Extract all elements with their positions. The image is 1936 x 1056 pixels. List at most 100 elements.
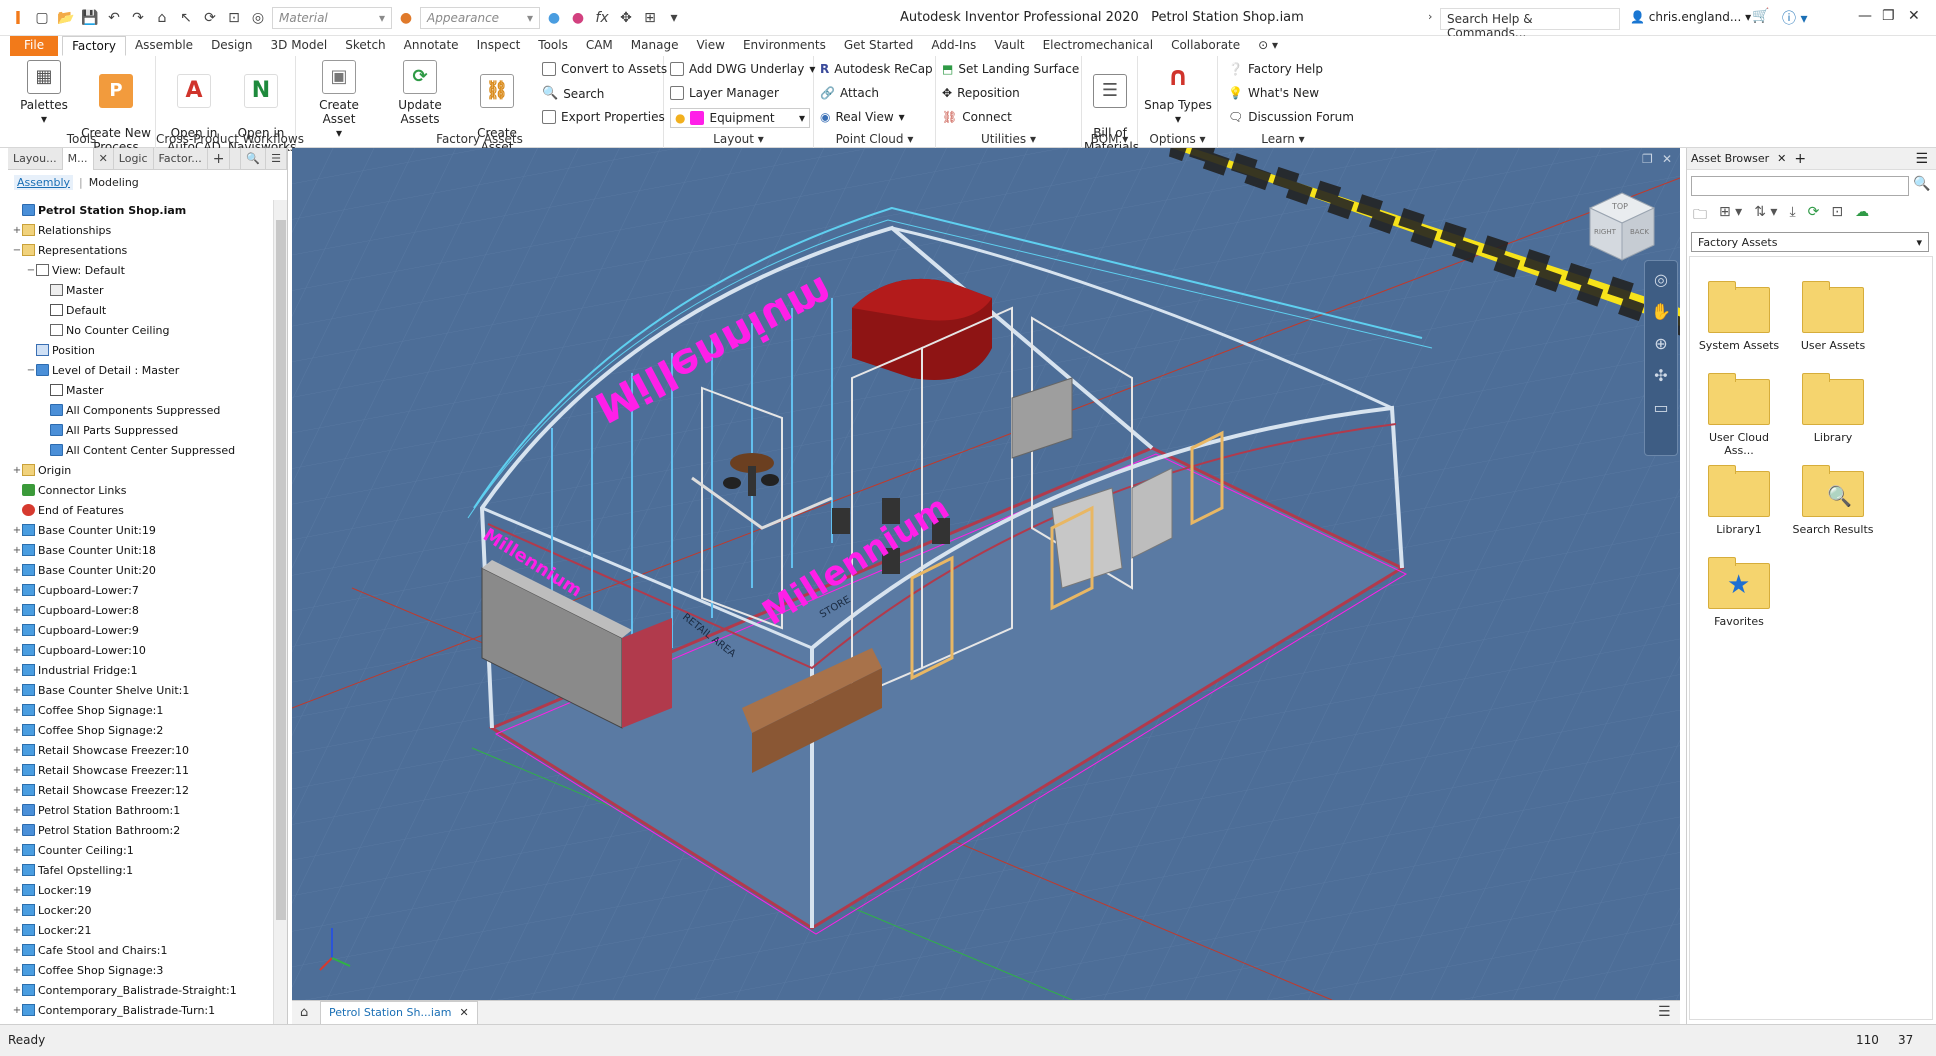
user-account[interactable]: 👤 chris.england... ▾ — [1630, 10, 1751, 24]
tree-row[interactable]: + Base Counter Shelve Unit:1 — [8, 680, 272, 700]
connect-button[interactable]: ⛓ Connect — [942, 110, 1012, 124]
folder-system-assets[interactable]: System Assets — [1694, 281, 1784, 352]
home-icon[interactable]: ⌂ — [152, 8, 172, 28]
collapse-icon[interactable]: − — [26, 265, 36, 276]
folder-search-results[interactable]: 🔍 Search Results — [1788, 465, 1878, 536]
tree-row[interactable]: + Cupboard-Lower:9 — [8, 620, 272, 640]
expand-icon[interactable]: + — [12, 845, 22, 856]
expand-icon[interactable]: + — [12, 725, 22, 736]
factory-help-button[interactable]: ❔ Factory Help — [1228, 62, 1323, 76]
tree-row[interactable]: − Representations — [8, 240, 272, 260]
expand-icon[interactable]: + — [12, 685, 22, 696]
tree-row[interactable]: + Relationships — [8, 220, 272, 240]
expand-icon[interactable]: + — [12, 865, 22, 876]
expand-icon[interactable]: + — [12, 985, 22, 996]
folder-user-assets[interactable]: User Assets — [1788, 281, 1878, 352]
expand-icon[interactable]: + — [12, 925, 22, 936]
discussion-forum-button[interactable]: 🗨 Discussion Forum — [1228, 110, 1354, 124]
set-landing-surface-button[interactable]: ⬒ Set Landing Surface — [942, 62, 1079, 76]
tree-row[interactable]: + Petrol Station Bathroom:2 — [8, 820, 272, 840]
tab-factory[interactable]: Factory — [62, 36, 126, 56]
adjust-icon[interactable]: ● — [568, 8, 588, 28]
tab-cam[interactable]: CAM — [577, 36, 622, 56]
clear-appearance-icon[interactable]: ● — [544, 8, 564, 28]
tree-row[interactable]: All Components Suppressed — [8, 400, 272, 420]
tree-scrollbar[interactable] — [273, 200, 287, 1024]
panel-point-cloud-label[interactable]: Point Cloud ▾ — [814, 132, 935, 146]
look-at-icon[interactable]: ▭ — [1648, 395, 1674, 421]
tree-row[interactable]: Master — [8, 380, 272, 400]
tree-row[interactable]: Position — [8, 340, 272, 360]
menu-icon[interactable]: ☰ — [1658, 1004, 1671, 1020]
cloud-sync-icon[interactable]: ☁ — [1855, 204, 1869, 228]
tree-row[interactable]: Default — [8, 300, 272, 320]
tree-row[interactable]: + Cupboard-Lower:7 — [8, 580, 272, 600]
sort-icon[interactable]: ⇅ ▾ — [1754, 204, 1777, 228]
expand-icon[interactable]: + — [12, 805, 22, 816]
tree-row[interactable]: + Base Counter Unit:20 — [8, 560, 272, 580]
tree-row[interactable]: + Contemporary_Balistrade-Turn:1 — [8, 1000, 272, 1020]
panel-bom-label[interactable]: BOM ▾ — [1082, 132, 1137, 146]
new-file-icon[interactable]: ▢ — [32, 8, 52, 28]
tree-row[interactable]: + Coffee Shop Signage:1 — [8, 700, 272, 720]
subtab-modeling[interactable]: Modeling — [89, 176, 139, 189]
save-icon[interactable]: 💾 — [80, 8, 100, 28]
restore-icon[interactable]: ❐ — [1882, 8, 1895, 24]
tab-model[interactable]: M... — [62, 147, 94, 170]
tree-row[interactable]: + Coffee Shop Signage:2 — [8, 720, 272, 740]
subtab-assembly[interactable]: Assembly — [14, 174, 74, 190]
expand-icon[interactable]: + — [12, 765, 22, 776]
tree-row[interactable]: + Locker:19 — [8, 880, 272, 900]
search-icon[interactable]: 🔍 — [240, 147, 267, 170]
chevron-right-icon[interactable]: › — [1428, 10, 1432, 23]
tab-sketch[interactable]: Sketch — [336, 36, 394, 56]
measure-icon[interactable]: ⊡ — [224, 8, 244, 28]
convert-to-assets-button[interactable]: Convert to Assets — [542, 62, 667, 76]
search-icon[interactable]: 🔍 — [1913, 176, 1930, 192]
customize-icon[interactable]: ▾ — [664, 8, 684, 28]
orbit-icon[interactable]: ✣ — [1648, 363, 1674, 389]
expand-icon[interactable]: + — [12, 225, 22, 236]
update-icon[interactable]: ⟳ — [200, 8, 220, 28]
expand-icon[interactable]: + — [12, 745, 22, 756]
panel-learn-label[interactable]: Learn ▾ — [1218, 132, 1348, 146]
expand-icon[interactable]: + — [12, 665, 22, 676]
asset-library-select[interactable]: Factory Assets ▾ — [1691, 232, 1929, 252]
pan-icon[interactable]: ✋ — [1648, 299, 1674, 325]
expand-icon[interactable]: + — [12, 965, 22, 976]
tree-row[interactable]: + Counter Ceiling:1 — [8, 840, 272, 860]
tab-get-started[interactable]: Get Started — [835, 36, 923, 56]
tree-row[interactable]: + Cupboard-Lower:10 — [8, 640, 272, 660]
collapse-icon[interactable]: − — [12, 245, 22, 256]
ribbon-options-icon[interactable]: ⊙ ▾ — [1249, 36, 1287, 56]
expand-icon[interactable]: + — [12, 905, 22, 916]
tree-row[interactable]: Connector Links — [8, 480, 272, 500]
tab-vault[interactable]: Vault — [985, 36, 1033, 56]
close-icon[interactable]: ✕ — [94, 147, 114, 170]
expand-icon[interactable]: + — [12, 585, 22, 596]
panel-layout-label[interactable]: Layout ▾ — [664, 132, 813, 146]
tree-row[interactable]: No Counter Ceiling — [8, 320, 272, 340]
tab-3d-model[interactable]: 3D Model — [262, 36, 337, 56]
search-help-input[interactable]: Search Help & Commands... — [1440, 8, 1620, 40]
snap-types-button[interactable]: ∩ Snap Types ▾ — [1142, 60, 1214, 126]
tree-row[interactable]: + Cupboard-Lower:8 — [8, 600, 272, 620]
tree-row[interactable]: + Retail Showcase Freezer:10 — [8, 740, 272, 760]
tree-row[interactable]: + Cafe Stool and Chairs:1 — [8, 940, 272, 960]
tree-row[interactable]: All Content Center Suppressed — [8, 440, 272, 460]
new-folder-icon[interactable]: 🗀 — [1693, 204, 1707, 228]
3d-model-view[interactable]: Millennium Millennium Millennium RETAIL … — [292, 148, 1680, 1000]
publish-icon[interactable]: ⊡ — [1831, 204, 1843, 228]
tree-row[interactable]: + Industrial Fridge:1 — [8, 660, 272, 680]
close-icon[interactable]: ✕ — [1908, 8, 1920, 24]
add-tab-icon[interactable]: + — [208, 147, 231, 170]
tab-manage[interactable]: Manage — [622, 36, 688, 56]
expand-icon[interactable]: + — [12, 565, 22, 576]
asset-browser-title[interactable]: Asset Browser — [1691, 152, 1769, 165]
tab-factory[interactable]: Factor... — [154, 147, 208, 170]
expand-icon[interactable]: + — [12, 645, 22, 656]
import-icon[interactable]: ⤓ — [1789, 204, 1795, 228]
appearance-select[interactable]: Appearance ▾ — [420, 7, 540, 29]
attach-button[interactable]: 🔗 Attach — [820, 86, 879, 100]
material-icon[interactable]: ◎ — [248, 8, 268, 28]
